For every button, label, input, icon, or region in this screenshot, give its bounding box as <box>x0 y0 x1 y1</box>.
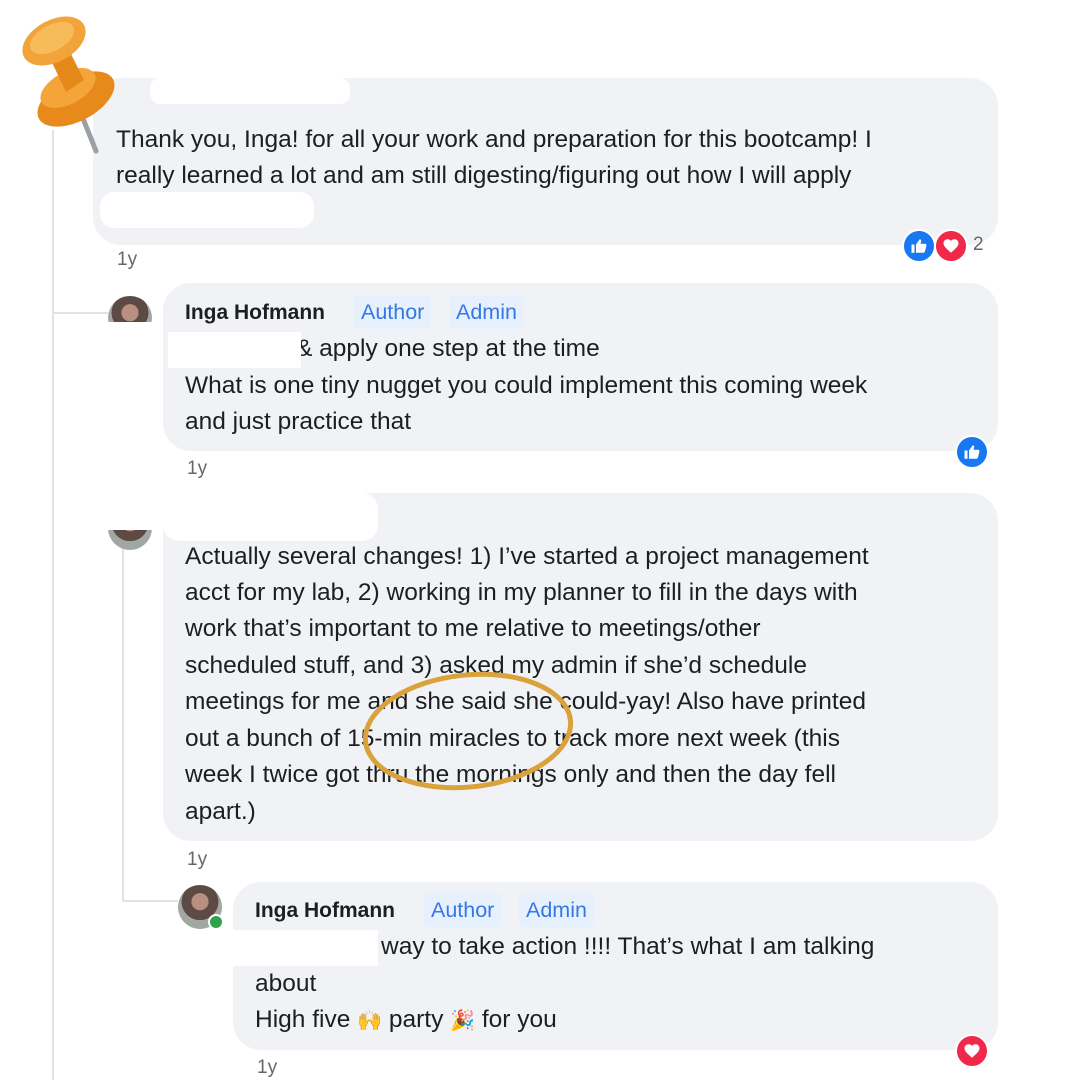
text-for-you: for you <box>481 1006 557 1033</box>
comment-timestamp[interactable]: 1y <box>187 849 207 871</box>
admin-badge: Admin <box>519 893 594 927</box>
redaction <box>100 192 314 228</box>
author-badge: Author <box>424 893 502 927</box>
redaction <box>233 930 378 966</box>
author-name[interactable]: Inga Hofmann <box>255 899 395 923</box>
online-status-dot <box>208 914 224 930</box>
comment-text-line: really learned a lot and am still digest… <box>116 162 852 189</box>
redaction <box>150 78 350 104</box>
party-popper-emoji-icon: 🎉 <box>450 1010 476 1032</box>
comment-timestamp[interactable]: 1y <box>257 1057 277 1079</box>
thread-line-branch <box>52 312 108 314</box>
comment-timestamp[interactable]: 1y <box>117 249 137 271</box>
comment-text-line: work that’s important to me relative to … <box>185 615 761 642</box>
pushpin-icon <box>22 16 115 154</box>
comment-text-line: & apply one step at the time <box>296 335 600 362</box>
thread-line <box>52 130 54 1080</box>
text-high-five: High five <box>255 1006 351 1033</box>
like-icon[interactable] <box>955 435 989 469</box>
redaction <box>100 496 170 530</box>
highlight-circle <box>362 671 574 791</box>
comment-text-line: apart.) <box>185 798 256 825</box>
comment-text-line: acct for my lab, 2) working in my planne… <box>185 579 858 606</box>
love-icon[interactable] <box>955 1034 989 1068</box>
comment-text-line: High five 🙌 party 🎉 for you <box>255 1002 557 1040</box>
redaction <box>168 332 301 368</box>
thread-line-reply-branch <box>122 900 178 902</box>
like-icon <box>902 229 936 263</box>
text-party: party <box>388 1006 444 1033</box>
author-name[interactable]: Inga Hofmann <box>185 301 325 325</box>
comment-text-line: Actually several changes! 1) I’ve starte… <box>185 543 869 570</box>
comment-text-line: way to take action !!!! That’s what I am… <box>381 933 875 960</box>
reaction-summary[interactable]: 2 <box>902 227 996 265</box>
redaction <box>100 322 170 352</box>
comment-text-line: What is one tiny nugget you could implem… <box>185 372 868 399</box>
comment-text-line: Thank you, Inga! for all your work and p… <box>116 126 872 153</box>
redaction <box>163 493 378 541</box>
love-icon <box>934 229 968 263</box>
comment-text-line: and just practice that <box>185 408 412 435</box>
admin-badge: Admin <box>449 295 524 329</box>
raised-hands-emoji-icon: 🙌 <box>357 1010 383 1032</box>
reaction-count: 2 <box>973 234 984 255</box>
thread-line-reply <box>122 540 124 902</box>
comment-text-line: about <box>255 970 317 997</box>
author-badge: Author <box>354 295 432 329</box>
comment-timestamp[interactable]: 1y <box>187 458 207 480</box>
